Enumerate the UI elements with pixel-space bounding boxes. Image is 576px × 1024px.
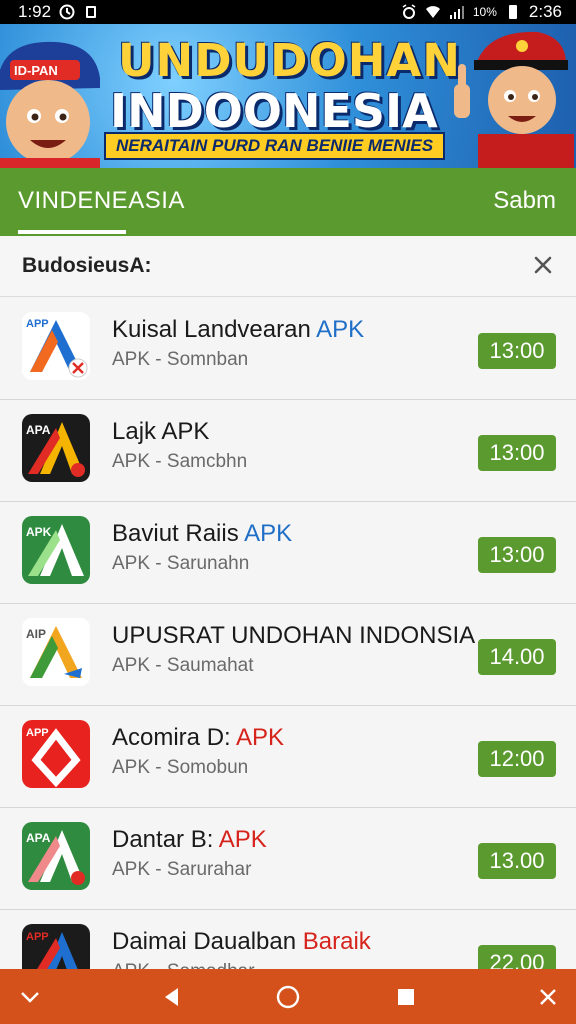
battery-icon bbox=[508, 5, 517, 19]
app-subtitle: APK - Samadhar bbox=[112, 961, 255, 969]
time-badge[interactable]: 13:00 bbox=[478, 537, 556, 573]
app-icon: APA bbox=[22, 822, 90, 890]
app-name: Kuisal Landvearan APK bbox=[112, 316, 365, 343]
app-name: Daimai Daualban Baraik bbox=[112, 928, 371, 955]
svg-text:APK: APK bbox=[26, 525, 52, 539]
list-item[interactable]: APP Acomira D: APK APK - Somobun 12:00 bbox=[0, 705, 576, 808]
app-icon: APP bbox=[22, 720, 90, 788]
wifi-icon bbox=[425, 6, 440, 18]
svg-text:APP: APP bbox=[26, 931, 49, 943]
app-name: Acomira D: APK bbox=[112, 724, 285, 751]
app-icon: APP bbox=[22, 924, 90, 969]
close-icon[interactable] bbox=[534, 983, 562, 1011]
app-subtitle: APK - Samcbhn bbox=[112, 451, 248, 472]
recents-icon[interactable] bbox=[392, 983, 420, 1011]
time-badge[interactable]: 12:00 bbox=[478, 741, 556, 777]
banner-title-line1: UNDUDOHAN bbox=[118, 34, 461, 87]
list-item[interactable]: APA Dantar B: APK APK - Sarurahar 13.00 bbox=[0, 807, 576, 910]
clock-icon bbox=[59, 4, 75, 20]
app-list: APP Kuisal Landvearan APK APK - Somnban … bbox=[0, 297, 576, 969]
promo-banner[interactable]: ID-PAN UNDUDOHAN INDOONESIA NERAITAIN PU… bbox=[0, 24, 576, 168]
svg-text:APA: APA bbox=[26, 831, 51, 845]
list-item[interactable]: AIP UPUSRAT UNDOHAN INDONSIA APK - Sauma… bbox=[0, 603, 576, 706]
app-name: Lajk APK bbox=[112, 418, 210, 445]
app-subtitle: APK - Somobun bbox=[112, 757, 249, 778]
cap-text: ID-PAN bbox=[14, 63, 58, 78]
tab-right-action[interactable]: Sabm bbox=[493, 187, 556, 215]
close-icon[interactable] bbox=[528, 250, 558, 280]
navigation-bar bbox=[0, 969, 576, 1024]
time-badge[interactable]: 13:00 bbox=[478, 333, 556, 369]
app-subtitle: APK - Somnban bbox=[112, 349, 249, 370]
battery-percent: 10% bbox=[472, 5, 497, 19]
time-badge[interactable]: 22.00 bbox=[478, 945, 556, 969]
list-item[interactable]: APA Lajk APK APK - Samcbhn 13:00 bbox=[0, 399, 576, 502]
chevron-down-icon[interactable] bbox=[16, 983, 44, 1011]
svg-text:APP: APP bbox=[26, 318, 49, 330]
app-name: UPUSRAT UNDOHAN INDONSIA bbox=[112, 622, 476, 649]
tab-active[interactable]: VINDENEASIA bbox=[18, 187, 185, 215]
tab-indicator bbox=[18, 230, 126, 234]
status-bar: 1:92 10% 2:36 bbox=[0, 0, 576, 24]
time-badge[interactable]: 14.00 bbox=[478, 639, 556, 675]
section-header: BudosieusA: bbox=[0, 236, 576, 297]
app-icon: APK bbox=[22, 516, 90, 584]
list-item[interactable]: APP Daimai Daualban Baraik APK - Samadha… bbox=[0, 909, 576, 969]
app-subtitle: APK - Sarunahn bbox=[112, 553, 250, 574]
svg-text:AIP: AIP bbox=[26, 627, 46, 641]
officer-character-illustration bbox=[454, 31, 574, 168]
time-badge[interactable]: 13.00 bbox=[478, 843, 556, 879]
tab-bar: VINDENEASIA Sabm bbox=[0, 168, 576, 236]
app-name: Baviut Raiis APK bbox=[112, 520, 293, 547]
app-icon: AIP bbox=[22, 618, 90, 686]
home-icon[interactable] bbox=[274, 983, 302, 1011]
list-item[interactable]: APP Kuisal Landvearan APK APK - Somnban … bbox=[0, 297, 576, 400]
status-time-left: 1:92 bbox=[18, 2, 52, 21]
app-subtitle: APK - Sarurahar bbox=[112, 859, 252, 880]
time-badge[interactable]: 13:00 bbox=[478, 435, 556, 471]
back-icon[interactable] bbox=[158, 983, 186, 1011]
boy-character-illustration: ID-PAN bbox=[0, 41, 100, 168]
app-subtitle: APK - Saumahat bbox=[112, 655, 254, 676]
app-name: Dantar B: APK bbox=[112, 826, 267, 853]
list-item[interactable]: APK Baviut Raiis APK APK - Sarunahn 13:0… bbox=[0, 501, 576, 604]
banner-title-line2: INDOONESIA bbox=[110, 84, 438, 138]
notification-icon bbox=[86, 6, 97, 18]
svg-text:APP: APP bbox=[26, 727, 49, 739]
status-time-right: 2:36 bbox=[528, 2, 562, 21]
app-icon: APP bbox=[22, 312, 90, 380]
app-icon: APA bbox=[22, 414, 90, 482]
alarm-icon bbox=[402, 4, 416, 19]
banner-subtitle: NERAITAIN PURD RAN BENIIE MENIES bbox=[104, 132, 446, 160]
svg-text:APA: APA bbox=[26, 423, 51, 437]
signal-icon bbox=[449, 6, 464, 19]
section-title: BudosieusA: bbox=[22, 254, 152, 277]
